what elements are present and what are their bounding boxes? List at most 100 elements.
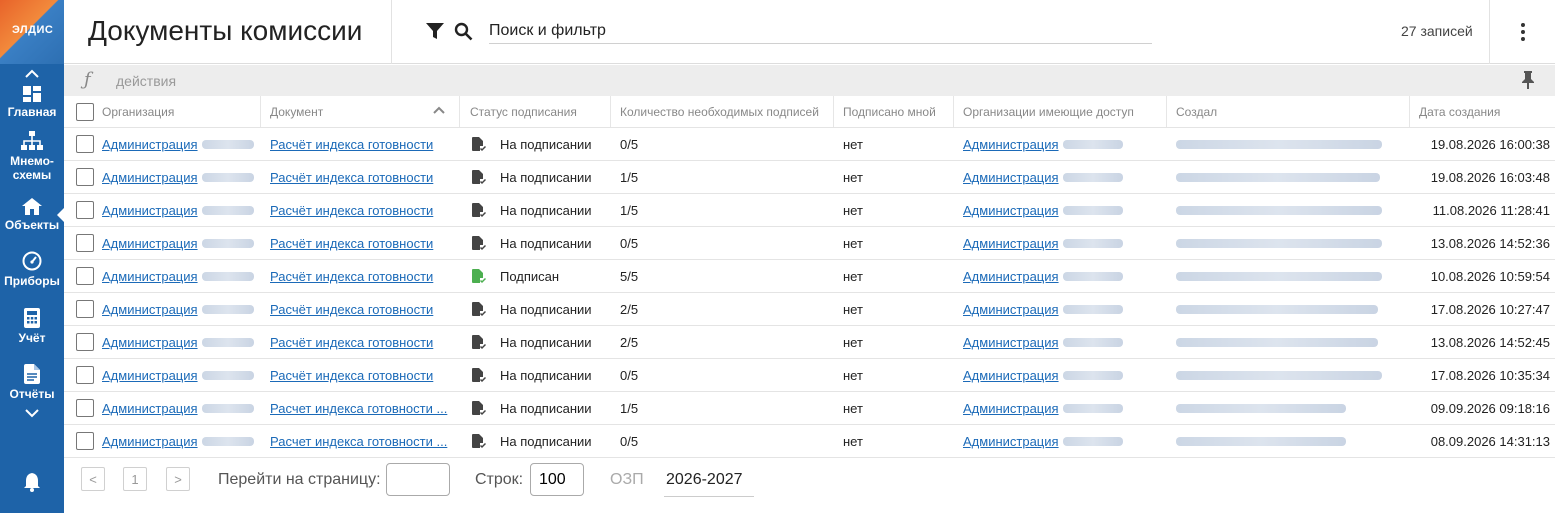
status-text: На подписании: [500, 136, 592, 152]
table-row[interactable]: Администрация Расчёт индекса готовности На…: [64, 161, 1555, 194]
access-org-link[interactable]: Администрация: [963, 401, 1059, 416]
column-header-signed-by-me[interactable]: Подписано мной: [834, 96, 954, 127]
sidebar-item-mnemo[interactable]: Мнемо- схемы: [0, 122, 64, 190]
access-org-link[interactable]: Администрация: [963, 203, 1059, 218]
sidebar-item-reports[interactable]: Отчёты: [0, 354, 64, 410]
row-checkbox[interactable]: [76, 135, 94, 153]
ozp-select[interactable]: 2026-2027: [664, 463, 754, 497]
column-header-signatures-required[interactable]: Количество необходимых подписей: [611, 96, 834, 127]
row-checkbox[interactable]: [76, 201, 94, 219]
access-org-link[interactable]: Администрация: [963, 434, 1059, 449]
organization-link[interactable]: Администрация: [102, 401, 198, 416]
signed-by-me-value: нет: [843, 433, 863, 449]
function-icon[interactable]: ƒ: [84, 69, 91, 90]
column-header-created-date[interactable]: Дата создания: [1410, 96, 1555, 127]
prev-page-button[interactable]: <: [81, 467, 105, 491]
table-row[interactable]: Администрация Расчёт индекса готовности На…: [64, 293, 1555, 326]
table-row[interactable]: Администрация Расчёт индекса готовности На…: [64, 227, 1555, 260]
notifications-button[interactable]: [22, 472, 42, 497]
organization-link[interactable]: Администрация: [102, 137, 198, 152]
organization-link[interactable]: Администрация: [102, 434, 198, 449]
status-cell: На подписании: [460, 359, 611, 391]
table-row[interactable]: Администрация Расчет индекса готовности .…: [64, 425, 1555, 458]
sidebar-scroll-up[interactable]: [0, 64, 64, 82]
logo[interactable]: ЭЛДИС: [0, 0, 64, 64]
redacted-text: [1176, 370, 1382, 380]
column-header-created-by[interactable]: Создал: [1167, 96, 1410, 127]
search-input[interactable]: [489, 18, 1152, 44]
sidebar-item-accounting[interactable]: Учёт: [0, 298, 64, 354]
signed-by-me-value: нет: [843, 367, 863, 383]
document-link[interactable]: Расчёт индекса готовности: [270, 203, 433, 218]
created-date-cell: 13.08.2026 14:52:45: [1410, 326, 1555, 358]
select-all-checkbox[interactable]: [76, 102, 94, 121]
column-header-status[interactable]: Статус подписания: [460, 96, 611, 127]
organization-link[interactable]: Администрация: [102, 236, 198, 251]
page-number-button[interactable]: 1: [123, 467, 147, 491]
row-checkbox[interactable]: [76, 234, 94, 252]
document-link[interactable]: Расчёт индекса готовности: [270, 269, 433, 284]
row-checkbox[interactable]: [76, 267, 94, 285]
access-org-link[interactable]: Администрация: [963, 302, 1059, 317]
document-pending-icon: [472, 202, 486, 217]
created-date: 17.08.2026 10:35:34: [1430, 367, 1550, 383]
column-header-organization[interactable]: Организация: [94, 96, 261, 127]
access-org-link[interactable]: Администрация: [963, 236, 1059, 251]
access-org-link[interactable]: Администрация: [963, 137, 1059, 152]
document-link[interactable]: Расчет индекса готовности ...: [270, 434, 447, 449]
sidebar-item-objects[interactable]: Объекты: [0, 190, 65, 240]
sidebar-item-devices[interactable]: Приборы: [0, 240, 64, 298]
row-checkbox[interactable]: [76, 300, 94, 318]
sidebar-item-label: Отчёты: [9, 386, 55, 401]
table-row[interactable]: Администрация Расчёт индекса готовности На…: [64, 359, 1555, 392]
row-checkbox[interactable]: [76, 366, 94, 384]
access-org-link[interactable]: Администрация: [963, 269, 1059, 284]
access-org-link[interactable]: Администрация: [963, 368, 1059, 383]
organization-link[interactable]: Администрация: [102, 335, 198, 350]
row-checkbox[interactable]: [76, 333, 94, 351]
goto-page-input[interactable]: [386, 463, 450, 496]
actions-label[interactable]: действия: [116, 73, 176, 89]
filter-icon[interactable]: [426, 22, 444, 40]
document-link[interactable]: Расчет индекса готовности ...: [270, 401, 447, 416]
organization-link[interactable]: Администрация: [102, 170, 198, 185]
document-link[interactable]: Расчёт индекса готовности: [270, 137, 433, 152]
row-checkbox[interactable]: [76, 399, 94, 417]
document-link[interactable]: Расчёт индекса готовности: [270, 368, 433, 383]
logo-text: ЭЛДИС: [12, 24, 54, 36]
document-link[interactable]: Расчёт индекса готовности: [270, 170, 433, 185]
signatures-count-cell: 1/5: [611, 161, 834, 193]
access-org-link[interactable]: Администрация: [963, 335, 1059, 350]
document-cell: Расчёт индекса готовности: [261, 293, 460, 325]
signed-by-me-value: нет: [843, 235, 863, 251]
row-checkbox[interactable]: [76, 168, 94, 186]
row-checkbox[interactable]: [76, 432, 94, 450]
sort-ascending-icon[interactable]: [433, 106, 445, 114]
pagination-bar: < 1 > Перейти на страницу: Строк: ОЗП 20…: [64, 458, 1555, 513]
status-cell: На подписании: [460, 194, 611, 226]
search-icon[interactable]: [454, 22, 473, 41]
more-vertical-icon[interactable]: [1513, 22, 1533, 42]
rows-per-page-input[interactable]: [530, 463, 584, 496]
access-org-link[interactable]: Администрация: [963, 170, 1059, 185]
sidebar-item-home[interactable]: Главная: [0, 82, 64, 122]
pin-icon[interactable]: [1521, 71, 1535, 89]
document-link[interactable]: Расчёт индекса готовности: [270, 335, 433, 350]
created-date-cell: 09.09.2026 09:18:16: [1410, 392, 1555, 424]
document-link[interactable]: Расчёт индекса готовности: [270, 302, 433, 317]
document-link[interactable]: Расчёт индекса готовности: [270, 236, 433, 251]
organization-link[interactable]: Администрация: [102, 269, 198, 284]
organization-link[interactable]: Администрация: [102, 203, 198, 218]
row-select-cell: [64, 128, 94, 160]
table-row[interactable]: Администрация Расчет индекса готовности .…: [64, 392, 1555, 425]
status-cell: На подписании: [460, 227, 611, 259]
organization-link[interactable]: Администрация: [102, 302, 198, 317]
column-header-access-orgs[interactable]: Организации имеющие доступ: [954, 96, 1167, 127]
column-header-document[interactable]: Документ: [261, 96, 460, 127]
table-row[interactable]: Администрация Расчёт индекса готовности На…: [64, 326, 1555, 359]
table-row[interactable]: Администрация Расчёт индекса готовности По…: [64, 260, 1555, 293]
table-row[interactable]: Администрация Расчёт индекса готовности На…: [64, 194, 1555, 227]
next-page-button[interactable]: >: [166, 467, 190, 491]
organization-link[interactable]: Администрация: [102, 368, 198, 383]
table-row[interactable]: Администрация Расчёт индекса готовности На…: [64, 128, 1555, 161]
